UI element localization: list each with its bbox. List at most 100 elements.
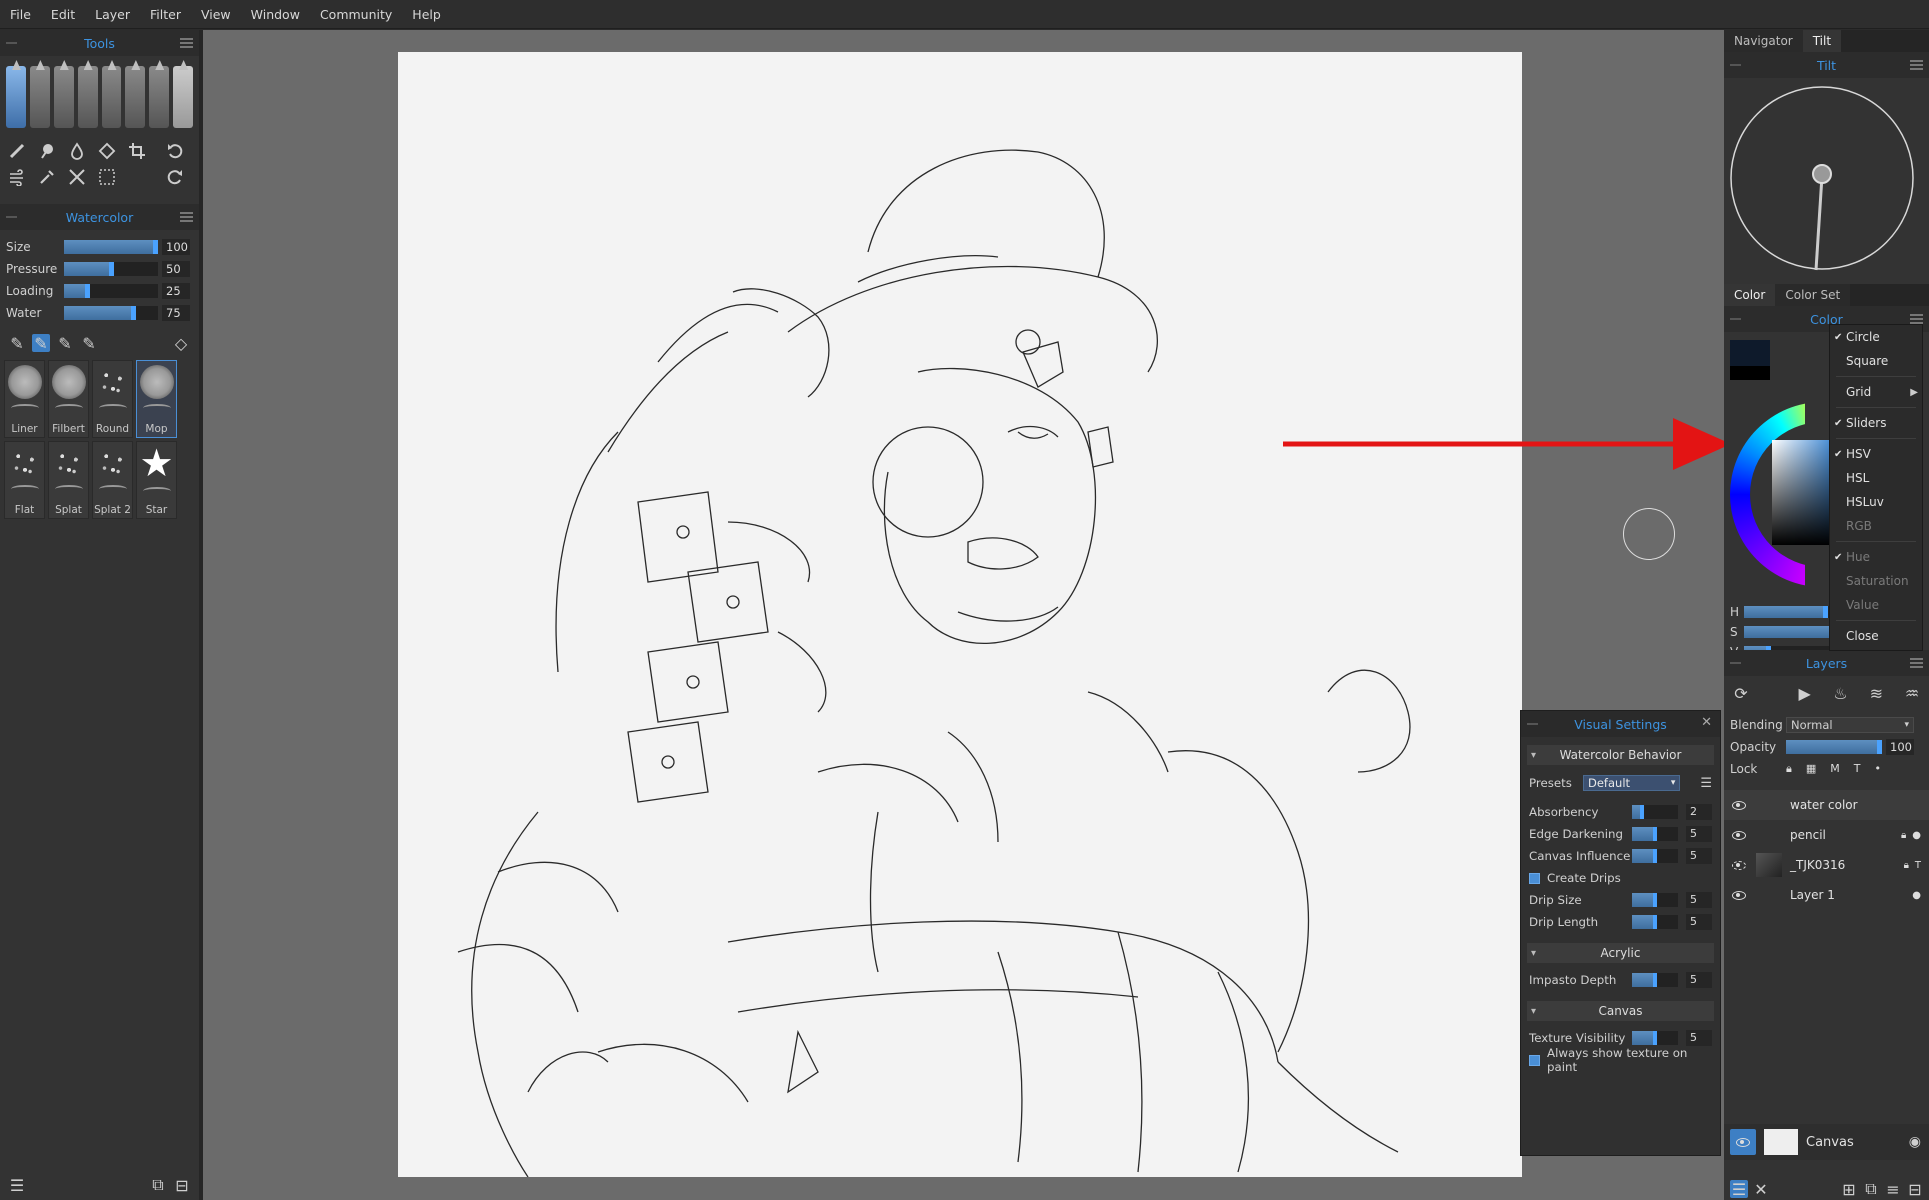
add-layer-icon[interactable]: ⊞ xyxy=(1840,1180,1858,1199)
saturation-value-square[interactable] xyxy=(1772,440,1830,545)
drawing-canvas[interactable] xyxy=(398,52,1522,1177)
flat-brush-tool[interactable] xyxy=(29,66,50,128)
absorbency-value[interactable]: 2 xyxy=(1686,804,1712,820)
marker-tool[interactable] xyxy=(125,66,146,128)
tab-color-set[interactable]: Color Set xyxy=(1775,284,1851,306)
merge-layer-icon[interactable]: ≡ xyxy=(1884,1180,1902,1199)
eyedropper-icon[interactable] xyxy=(38,168,56,186)
layer-properties-icon[interactable]: ☰ xyxy=(1730,1180,1748,1199)
duplicate-layer-icon[interactable]: ⧉ xyxy=(1862,1179,1880,1198)
menu-item-hsluv[interactable]: HSLuv xyxy=(1830,490,1922,514)
brush-preset-mop[interactable]: Mop xyxy=(136,360,177,438)
menu-item-sliders[interactable]: ✔ Sliders xyxy=(1830,411,1922,435)
menu-edit[interactable]: Edit xyxy=(41,7,85,22)
pen-mode-blend-icon[interactable]: ✎ xyxy=(56,334,74,353)
pen-mode-icon[interactable]: ✎ xyxy=(8,334,26,353)
brush-preset-round[interactable]: Round xyxy=(92,360,133,438)
menu-view[interactable]: View xyxy=(191,7,241,22)
menu-window[interactable]: Window xyxy=(241,7,310,22)
pen-mode-wet-icon[interactable]: ✎ xyxy=(80,334,98,353)
eye-icon[interactable] xyxy=(1732,830,1746,840)
play-icon[interactable]: ▶ xyxy=(1796,684,1814,703)
minimize-icon[interactable] xyxy=(1527,723,1538,725)
current-color-swatch[interactable] xyxy=(1730,340,1770,366)
menu-item-hsl[interactable]: HSL xyxy=(1830,466,1922,490)
texture-visibility-value[interactable]: 5 xyxy=(1686,1030,1712,1046)
blending-dropdown[interactable]: Normal ▾ xyxy=(1786,717,1914,733)
minimize-icon[interactable] xyxy=(1730,318,1741,320)
minimize-icon[interactable] xyxy=(6,42,17,44)
brush-preset-splat-2[interactable]: Splat 2 xyxy=(92,441,133,519)
lock-icon[interactable]: 🔒︎ xyxy=(1786,762,1792,776)
brush-preset-flat[interactable]: Flat xyxy=(4,441,45,519)
hidden-eye-icon[interactable] xyxy=(1732,860,1746,870)
menu-item-square[interactable]: Square xyxy=(1830,349,1922,373)
menu-filter[interactable]: Filter xyxy=(140,7,191,22)
panel-menu-icon[interactable] xyxy=(180,38,193,48)
drip-length-slider[interactable] xyxy=(1632,915,1678,929)
menu-item-circle[interactable]: ✔ Circle xyxy=(1830,325,1922,349)
menu-help[interactable]: Help xyxy=(402,7,451,22)
brush-preset-star[interactable]: ★ Star xyxy=(136,441,177,519)
close-icon[interactable]: ✕ xyxy=(1701,715,1712,730)
canvas-layer-row[interactable]: Canvas ◉ xyxy=(1724,1124,1929,1160)
wet-layer-icon[interactable]: ♨ xyxy=(1832,684,1850,703)
edge-darkening-slider[interactable] xyxy=(1632,827,1678,841)
previous-color-swatch[interactable] xyxy=(1730,366,1770,380)
eraser-mode-icon[interactable]: ◇ xyxy=(172,334,190,353)
wind-icon[interactable] xyxy=(8,168,26,186)
minimize-icon[interactable] xyxy=(1730,64,1741,66)
loading-slider[interactable] xyxy=(64,284,158,298)
ink-pen-tool[interactable] xyxy=(101,66,122,128)
eye-icon[interactable] xyxy=(1730,1129,1756,1155)
pencil-tool[interactable] xyxy=(77,66,98,128)
brush-preset-liner[interactable]: Liner xyxy=(4,360,45,438)
presets-dropdown[interactable]: Default ▾ xyxy=(1583,775,1681,791)
brush-preset-splat[interactable]: Splat xyxy=(48,441,89,519)
section-watercolor-behavior[interactable]: Watercolor Behavior xyxy=(1527,745,1714,765)
undo-icon[interactable] xyxy=(166,142,184,160)
airbrush-tool[interactable] xyxy=(149,66,170,128)
layer-item-pencil[interactable]: pencil 🔒︎ ● xyxy=(1724,820,1929,850)
panel-menu-icon[interactable] xyxy=(1910,658,1923,668)
lock-text-icon[interactable]: T xyxy=(1854,762,1861,776)
loading-value[interactable]: 25 xyxy=(162,283,190,299)
menu-item-close[interactable]: Close xyxy=(1830,624,1922,648)
watercolor-brush-tool[interactable] xyxy=(6,66,26,128)
create-drips-checkbox[interactable] xyxy=(1529,872,1540,884)
opacity-slider[interactable] xyxy=(1786,740,1882,754)
pressure-slider[interactable] xyxy=(64,262,158,276)
tab-tilt[interactable]: Tilt xyxy=(1802,30,1842,52)
crop-icon[interactable] xyxy=(128,142,146,160)
ruler-icon[interactable] xyxy=(8,142,26,160)
drip-length-value[interactable]: 5 xyxy=(1686,914,1712,930)
presets-menu-icon[interactable]: ☰ xyxy=(1700,776,1712,791)
impasto-depth-slider[interactable] xyxy=(1632,973,1678,987)
layer-item-layer-1[interactable]: Layer 1 ● xyxy=(1724,880,1929,910)
tab-navigator[interactable]: Navigator xyxy=(1724,30,1803,52)
texture-visibility-slider[interactable] xyxy=(1632,1031,1678,1045)
select-icon[interactable] xyxy=(98,168,116,186)
impasto-depth-value[interactable]: 5 xyxy=(1686,972,1712,988)
menu-item-grid[interactable]: Grid ▶ xyxy=(1830,380,1922,404)
tilt-dial[interactable] xyxy=(1724,78,1924,278)
section-acrylic[interactable]: Acrylic xyxy=(1527,943,1714,963)
minimize-icon[interactable] xyxy=(1730,662,1741,664)
ruler-diag-icon[interactable] xyxy=(98,142,116,160)
canvas-influence-slider[interactable] xyxy=(1632,849,1678,863)
water-drop-icon[interactable] xyxy=(68,142,86,160)
create-drips-row[interactable]: Create Drips xyxy=(1521,867,1720,889)
transform-icon[interactable] xyxy=(68,168,86,186)
menu-item-hsv[interactable]: ✔ HSV xyxy=(1830,442,1922,466)
opacity-value[interactable]: 100 xyxy=(1886,739,1914,755)
always-show-texture-checkbox[interactable] xyxy=(1529,1054,1540,1066)
pressure-value[interactable]: 50 xyxy=(162,261,190,277)
drip-size-slider[interactable] xyxy=(1632,893,1678,907)
redo-icon[interactable] xyxy=(166,168,184,186)
lock-icon[interactable]: 🔒︎ xyxy=(1901,830,1906,841)
water-wave-icon[interactable]: ♒ xyxy=(1903,684,1921,703)
absorbency-slider[interactable] xyxy=(1632,805,1678,819)
smudge-icon[interactable] xyxy=(38,142,56,160)
tab-color[interactable]: Color xyxy=(1724,284,1776,306)
delete-layer-icon[interactable]: ⊟ xyxy=(1906,1180,1924,1199)
